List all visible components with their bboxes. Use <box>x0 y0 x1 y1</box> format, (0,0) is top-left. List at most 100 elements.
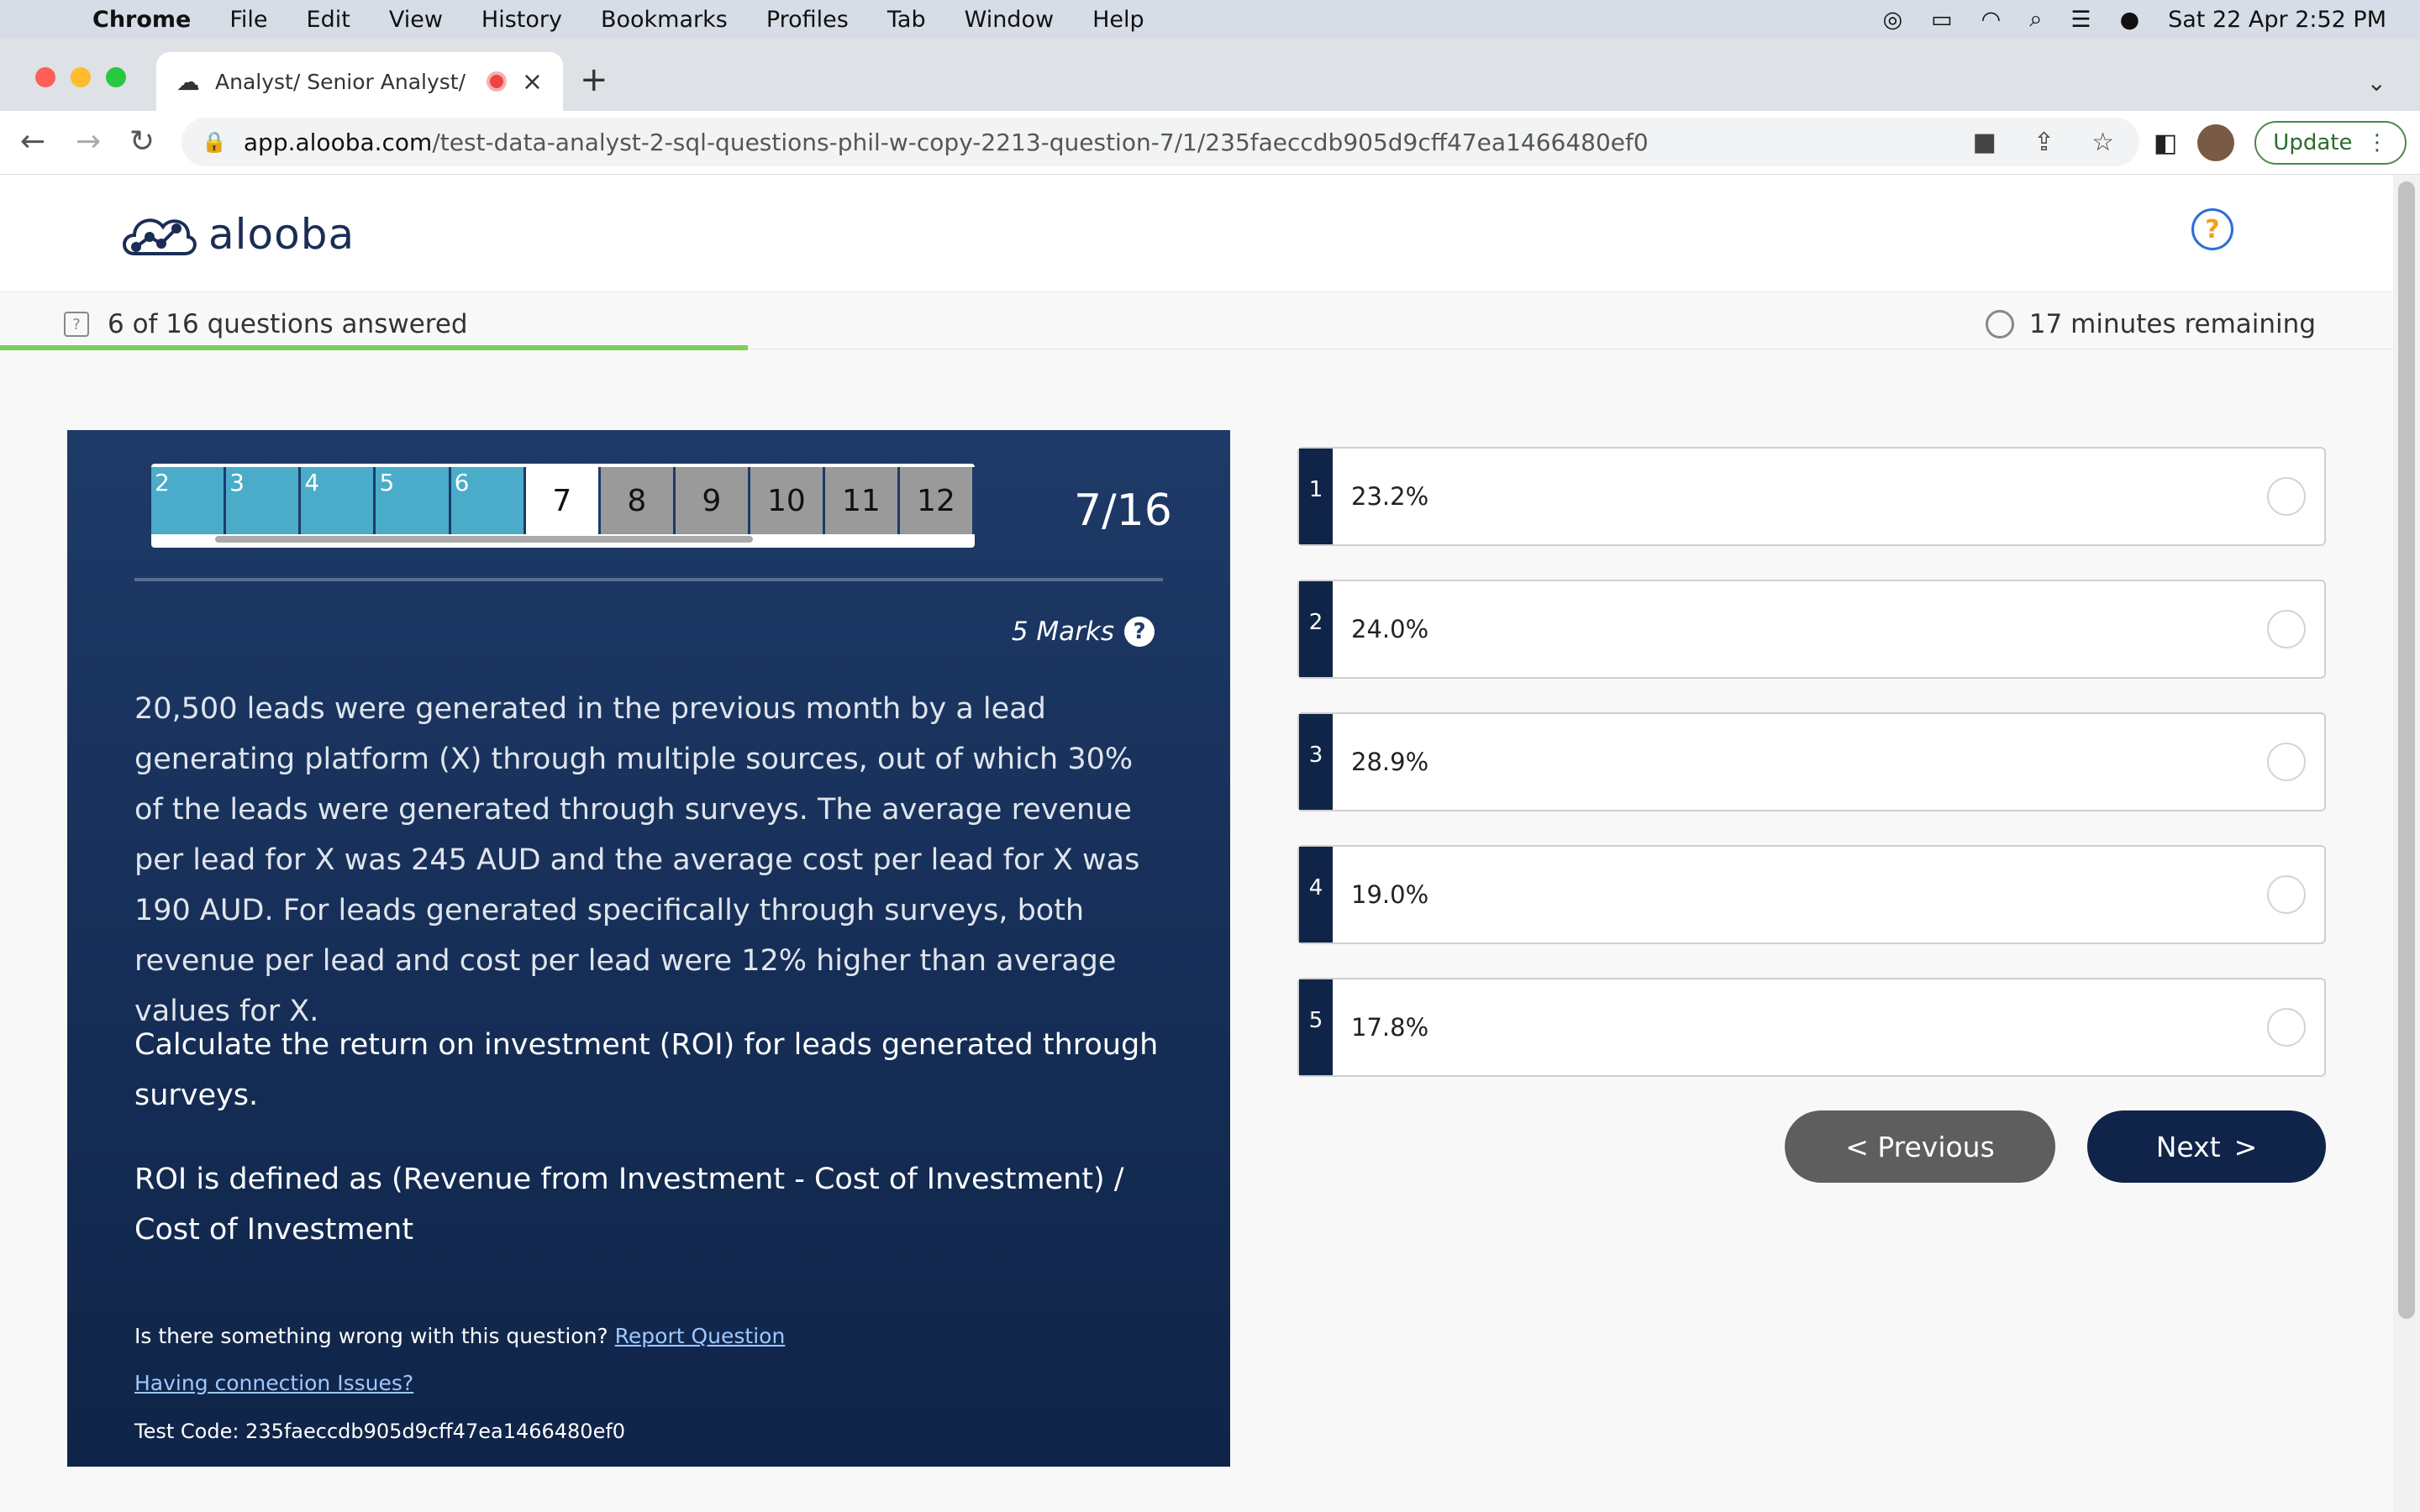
new-tab-button[interactable]: + <box>580 60 608 99</box>
previous-button[interactable]: < Previous <box>1785 1110 2055 1183</box>
globe-icon[interactable]: ◎ <box>1883 7 1903 33</box>
tab-search-chevron-icon[interactable]: ⌄ <box>2367 69 2386 97</box>
answer-option-1[interactable]: 1 23.2% <box>1297 447 2326 546</box>
option-value: 24.0% <box>1351 615 1429 643</box>
browser-tab-bar: ☁ Analyst/ Senior Analyst/ As × + ⌄ <box>0 39 2420 111</box>
answer-option-3[interactable]: 3 28.9% <box>1297 712 2326 811</box>
menu-bookmarks[interactable]: Bookmarks <box>601 7 728 33</box>
menu-view[interactable]: View <box>389 7 443 33</box>
question-nav-10[interactable]: 10 <box>750 467 825 534</box>
option-number: 5 <box>1299 979 1333 1075</box>
more-menu-icon: ⋮ <box>2366 130 2388 155</box>
option-value: 17.8% <box>1351 1013 1429 1042</box>
option-number: 1 <box>1299 449 1333 544</box>
menubar-datetime[interactable]: Sat 22 Apr 2:52 PM <box>2168 7 2386 33</box>
question-nav-4[interactable]: 4 <box>301 467 376 534</box>
siri-icon[interactable]: ● <box>2120 7 2140 33</box>
back-arrow-icon[interactable]: ← <box>20 124 45 159</box>
tab-title: Analyst/ Senior Analyst/ As <box>215 69 471 94</box>
marks-help-icon[interactable]: ? <box>1124 617 1155 647</box>
chevron-right-icon: > <box>2233 1130 2258 1163</box>
option-radio[interactable] <box>2267 875 2306 914</box>
answer-option-2[interactable]: 2 24.0% <box>1297 580 2326 679</box>
clock-icon <box>1985 310 2014 339</box>
option-radio[interactable] <box>2267 477 2306 516</box>
battery-icon[interactable]: ▭ <box>1931 7 1953 33</box>
question-body: 20,500 leads were generated in the previ… <box>134 692 1140 1028</box>
logo-text: alooba <box>208 210 355 259</box>
question-prompt: Calculate the return on investment (ROI)… <box>134 1028 1159 1112</box>
reload-icon[interactable]: ↻ <box>129 124 155 159</box>
alooba-logo[interactable]: alooba <box>118 205 355 264</box>
recording-indicator-icon <box>486 71 507 92</box>
update-button[interactable]: Update ⋮ <box>2254 121 2407 165</box>
question-nav-6[interactable]: 6 <box>450 467 526 534</box>
answer-option-4[interactable]: 4 19.0% <box>1297 845 2326 944</box>
scrollbar-thumb[interactable] <box>2398 181 2415 1319</box>
question-nav-7-current[interactable]: 7 <box>525 467 601 534</box>
menu-file[interactable]: File <box>229 7 267 33</box>
option-radio[interactable] <box>2267 1008 2306 1047</box>
side-panel-icon[interactable]: ◧ <box>2154 129 2177 158</box>
profile-avatar[interactable] <box>2197 124 2235 161</box>
camera-icon[interactable]: ■ <box>1973 128 1996 157</box>
url-path: /test-data-analyst-2-sql-questions-phil-… <box>432 128 1649 156</box>
marks-badge: 5 Marks ? <box>1012 617 1155 647</box>
menu-window[interactable]: Window <box>965 7 1054 33</box>
divider <box>134 578 1163 581</box>
bookmark-star-icon[interactable]: ☆ <box>2091 128 2114 157</box>
question-nav-5[interactable]: 5 <box>376 467 451 534</box>
next-button[interactable]: Next > <box>2087 1110 2326 1183</box>
option-number: 3 <box>1299 714 1333 810</box>
control-center-icon[interactable]: ☰ <box>2070 7 2091 33</box>
menu-chrome[interactable]: Chrome <box>92 7 191 33</box>
report-prefix: Is there something wrong with this quest… <box>134 1324 608 1348</box>
browser-toolbar: ← → ↻ 🔒 app.alooba.com/test-data-analyst… <box>0 111 2420 175</box>
option-radio[interactable] <box>2267 743 2306 781</box>
roi-definition: ROI is defined as (Revenue from Investme… <box>134 1163 1124 1247</box>
navigator-scrollbar[interactable] <box>215 536 753 543</box>
menu-profiles[interactable]: Profiles <box>766 7 849 33</box>
help-icon[interactable]: ? <box>2191 208 2233 250</box>
option-radio[interactable] <box>2267 610 2306 648</box>
url-host: app.alooba.com <box>243 128 433 156</box>
question-nav-9[interactable]: 9 <box>675 467 750 534</box>
connection-issues-link[interactable]: Having connection Issues? <box>134 1371 413 1395</box>
lock-icon[interactable]: 🔒 <box>202 130 227 154</box>
question-mark-icon: ? <box>64 312 89 337</box>
question-navigator[interactable]: 2 3 4 5 6 7 8 9 10 11 12 <box>151 464 975 548</box>
alooba-logo-icon <box>123 218 197 255</box>
progress-bar-fill <box>0 345 748 350</box>
option-value: 23.2% <box>1351 482 1429 511</box>
menu-history[interactable]: History <box>481 7 562 33</box>
forward-arrow-icon[interactable]: → <box>76 124 101 159</box>
menu-tab[interactable]: Tab <box>887 7 926 33</box>
question-nav-11[interactable]: 11 <box>824 467 900 534</box>
question-nav-3[interactable]: 3 <box>226 467 302 534</box>
menu-help[interactable]: Help <box>1092 7 1144 33</box>
question-nav-12[interactable]: 12 <box>899 467 975 534</box>
wifi-icon[interactable]: ◠ <box>1981 7 2002 33</box>
menu-edit[interactable]: Edit <box>307 7 350 33</box>
minimize-window-button[interactable] <box>71 67 91 87</box>
progress-row: ? 6 of 16 questions answered 17 minutes … <box>0 292 2393 350</box>
question-nav-8[interactable]: 8 <box>600 467 676 534</box>
share-icon[interactable]: ⇪ <box>2033 128 2054 157</box>
close-tab-icon[interactable]: × <box>522 67 543 97</box>
option-number: 2 <box>1299 581 1333 677</box>
address-bar[interactable]: 🔒 app.alooba.com/test-data-analyst-2-sql… <box>182 118 2139 166</box>
spotlight-search-icon[interactable]: ⌕ <box>2029 6 2042 33</box>
report-row: Is there something wrong with this quest… <box>134 1324 785 1348</box>
answer-option-5[interactable]: 5 17.8% <box>1297 978 2326 1077</box>
zoom-window-button[interactable] <box>106 67 126 87</box>
browser-tab-active[interactable]: ☁ Analyst/ Senior Analyst/ As × <box>156 52 563 111</box>
window-controls <box>35 67 126 87</box>
report-question-link[interactable]: Report Question <box>615 1324 786 1348</box>
update-label: Update <box>2273 130 2353 155</box>
time-remaining: 17 minutes remaining <box>1985 309 2316 339</box>
close-window-button[interactable] <box>35 67 55 87</box>
marks-text: 5 Marks <box>1011 617 1114 647</box>
question-nav-2[interactable]: 2 <box>151 467 227 534</box>
page-scrollbar[interactable] <box>2393 175 2420 1512</box>
option-value: 28.9% <box>1351 748 1429 776</box>
